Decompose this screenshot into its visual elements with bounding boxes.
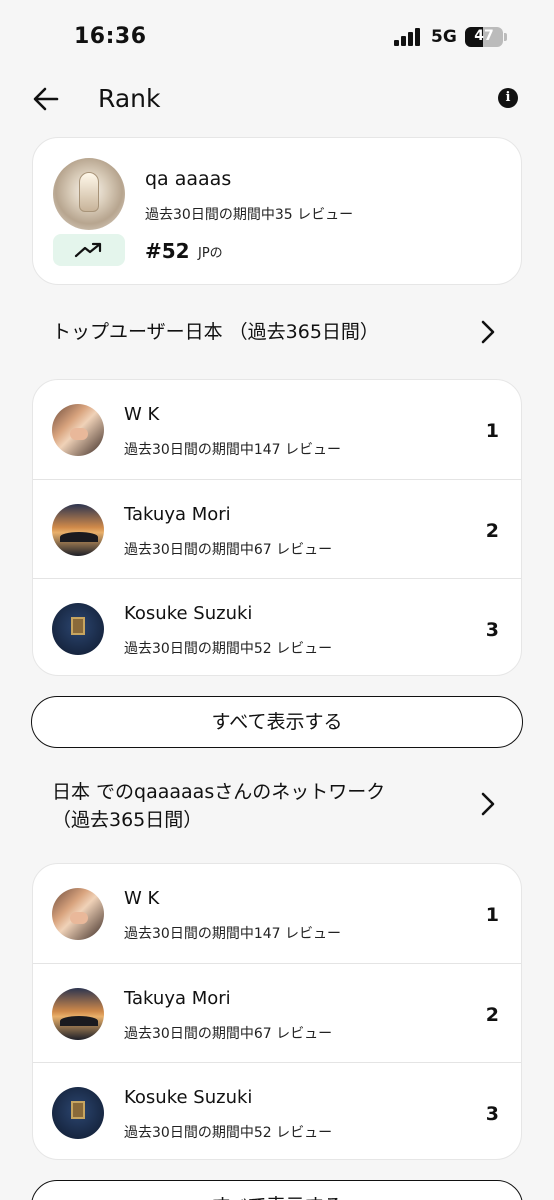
list-item[interactable]: Takuya Mori 過去30日間の期間中67 レビュー 2 [33,479,521,578]
avatar [52,988,104,1040]
back-button[interactable] [30,84,64,114]
profile-name: qa aaaas [145,168,232,190]
list-item[interactable]: W K 過去30日間の期間中147 レビュー 1 [33,864,521,963]
profile-review-count: 過去30日間の期間中35 レビュー [145,207,354,223]
user-rank: 3 [485,1103,499,1125]
section-title-network[interactable]: 日本 でのqaaaaasさんのネットワーク （過去365日間） [52,778,385,834]
status-time: 16:36 [74,24,147,49]
user-name: W K [124,888,160,909]
header: Rank i [0,70,554,130]
user-review-count: 過去30日間の期間中67 レビュー [124,542,333,558]
user-rank: 3 [485,619,499,641]
avatar [52,888,104,940]
section-title-top-users[interactable]: トップユーザー日本 （過去365日間） [52,318,379,346]
info-icon[interactable]: i [498,88,518,108]
network-label: 5G [431,27,457,47]
user-name: Kosuke Suzuki [124,1087,253,1108]
avatar [52,1087,104,1139]
signal-icon [394,28,422,46]
arrow-left-icon [33,87,59,111]
list-item[interactable]: Kosuke Suzuki 過去30日間の期間中52 レビュー 3 [33,1062,521,1161]
trending-up-icon [74,242,102,258]
user-review-count: 過去30日間の期間中147 レビュー [124,442,341,458]
avatar [52,603,104,655]
battery-level: 47 [474,28,494,44]
user-name: Kosuke Suzuki [124,603,253,624]
user-rank: 2 [485,1004,499,1026]
chevron-right-icon[interactable] [478,319,498,345]
user-name: Takuya Mori [124,988,231,1009]
show-all-button[interactable]: すべて表示する [31,1180,523,1200]
show-all-button[interactable]: すべて表示する [31,696,523,748]
user-rank: 1 [485,420,499,442]
battery-tip [504,33,507,41]
user-rank: 2 [485,520,499,542]
profile-card: qa aaaas 過去30日間の期間中35 レビュー #52 JPの [32,137,522,285]
section-title-line: （過去365日間） [52,809,203,831]
profile-country: JPの [198,246,223,261]
top-users-list: W K 過去30日間の期間中147 レビュー 1 Takuya Mori 過去3… [32,379,522,676]
trend-badge [53,234,125,266]
user-review-count: 過去30日間の期間中52 レビュー [124,1125,333,1141]
avatar [52,404,104,456]
battery-icon: 47 [465,27,503,47]
network-users-list: W K 過去30日間の期間中147 レビュー 1 Takuya Mori 過去3… [32,863,522,1160]
user-review-count: 過去30日間の期間中52 レビュー [124,641,333,657]
section-title-line: 日本 でのqaaaaasさんのネットワーク [52,781,386,803]
user-name: W K [124,404,160,425]
section-title-line: トップユーザー日本 （過去365日間） [52,321,379,343]
user-name: Takuya Mori [124,504,231,525]
user-rank: 1 [485,904,499,926]
list-item[interactable]: Kosuke Suzuki 過去30日間の期間中52 レビュー 3 [33,578,521,677]
user-review-count: 過去30日間の期間中147 レビュー [124,926,341,942]
user-review-count: 過去30日間の期間中67 レビュー [124,1026,333,1042]
profile-avatar [53,158,125,230]
chevron-right-icon[interactable] [478,791,498,817]
list-item[interactable]: Takuya Mori 過去30日間の期間中67 レビュー 2 [33,963,521,1062]
avatar [52,504,104,556]
status-bar: 16:36 5G 47 [0,0,554,70]
profile-rank: #52 [145,239,190,263]
page-title: Rank [98,84,161,113]
list-item[interactable]: W K 過去30日間の期間中147 レビュー 1 [33,380,521,479]
